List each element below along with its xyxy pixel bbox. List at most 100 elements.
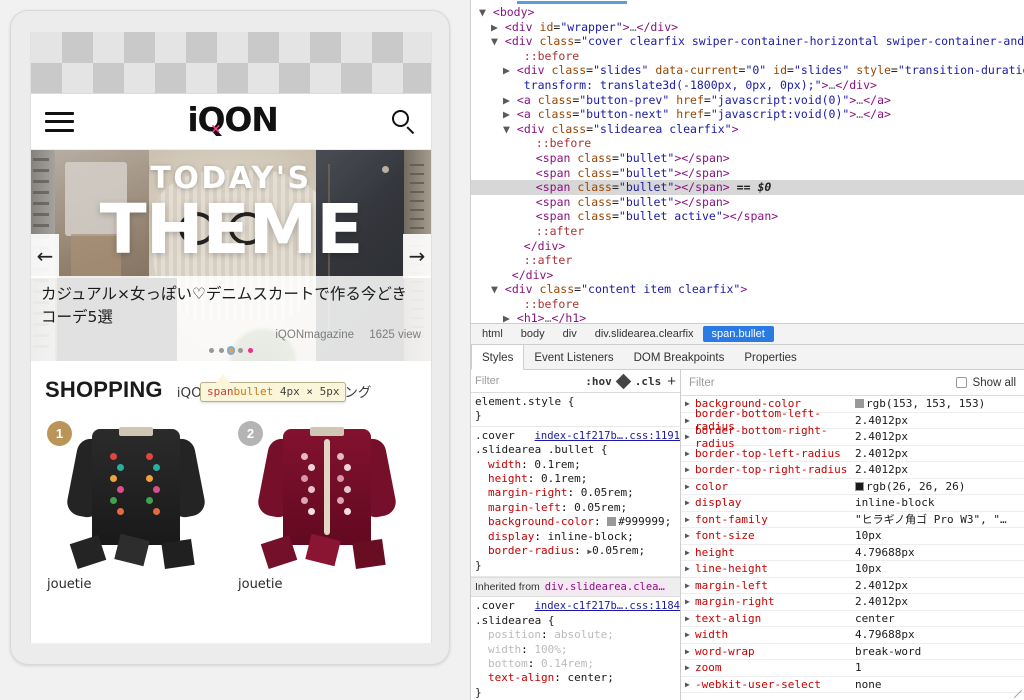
dom-node[interactable]: ▶ <div id="wrapper">…</div> <box>471 20 1024 35</box>
dom-node[interactable]: ▼ <body> <box>471 5 1024 20</box>
dom-node[interactable]: ▶ <h1>…</h1> <box>471 311 1024 323</box>
hero-slider[interactable]: TODAY'S THEME ← → カジュアル×女っぽい♡デニムスカートで作る今… <box>31 150 431 361</box>
css-rule[interactable]: .cover index-c1f217b….css:1191 .slidearea … <box>471 427 680 577</box>
css-source-link[interactable]: index-c1f217b….css:1191 <box>535 429 680 443</box>
computed-property-row[interactable]: ▶ font-family "ヒラギノ角ゴ Pro W3", "… <box>681 512 1024 528</box>
product-image[interactable] <box>45 417 226 569</box>
dom-node[interactable]: ::after <box>471 253 1024 268</box>
cls-toggle-button[interactable]: .cls <box>635 375 662 388</box>
hov-toggle-button[interactable]: :hov <box>585 375 612 388</box>
computed-property-row[interactable]: ▶ zoom 1 <box>681 660 1024 677</box>
css-declaration[interactable]: background-color: #999999; <box>475 515 680 529</box>
computed-property-row[interactable]: ▶ display inline-block <box>681 495 1024 512</box>
css-declaration[interactable]: width: 0.1rem; <box>475 458 680 472</box>
css-declaration[interactable]: bottom: 0.14rem; <box>475 657 680 671</box>
slider-next-button[interactable]: → <box>403 233 431 278</box>
expand-triangle-icon[interactable]: ▶ <box>685 416 695 425</box>
dom-node[interactable]: ▶ <a class="button-next" href="javascrip… <box>471 107 1024 122</box>
slider-bullet[interactable] <box>227 346 235 354</box>
dom-node[interactable]: <span class="bullet"></span> == $0 <box>471 180 1024 195</box>
expand-triangle-icon[interactable]: ▶ <box>685 564 695 573</box>
computed-properties-list[interactable]: ▶ background-color rgb(153, 153, 153) ▶ bord… <box>681 396 1024 700</box>
computed-property-row[interactable]: ▶ font-size 10px <box>681 528 1024 545</box>
hamburger-menu-icon[interactable] <box>45 111 74 132</box>
slider-prev-button[interactable]: ← <box>31 233 59 278</box>
css-declaration[interactable]: margin-left: 0.05rem; <box>475 501 680 515</box>
product-image[interactable] <box>236 417 417 569</box>
computed-property-row[interactable]: ▶ border-bottom-right-radius 2.4012px <box>681 424 1024 450</box>
devtools-tab[interactable]: DOM Breakpoints <box>624 345 735 369</box>
dom-node[interactable]: </div> <box>471 239 1024 254</box>
css-rule[interactable]: element.style {} <box>471 393 680 427</box>
css-declaration[interactable]: border-radius: ▶0.05rem; <box>475 544 680 559</box>
css-declaration[interactable]: height: 0.1rem; <box>475 472 680 486</box>
css-source-link[interactable]: index-c1f217b….css:1184 <box>535 599 680 613</box>
computed-property-row[interactable]: ▶ border-top-right-radius 2.4012px <box>681 462 1024 479</box>
dom-node[interactable]: <span class="bullet"></span> <box>471 195 1024 210</box>
expand-triangle-icon[interactable]: ▶ <box>685 663 695 672</box>
expand-triangle-icon[interactable]: ▶ <box>685 680 695 689</box>
slider-bullet[interactable] <box>247 347 253 353</box>
expand-triangle-icon[interactable]: ▶ <box>685 630 695 639</box>
expand-triangle-icon[interactable]: ▶ <box>685 432 695 441</box>
computed-property-row[interactable]: ▶ text-align center <box>681 611 1024 627</box>
show-all-toggle[interactable]: Show all <box>955 377 1016 389</box>
css-declaration[interactable]: width: 100%; <box>475 643 680 657</box>
dom-node[interactable]: ▶ <div class="slides" data-current="0" i… <box>471 63 1024 78</box>
css-declaration[interactable]: margin-right: 0.05rem; <box>475 486 680 500</box>
dom-node[interactable]: ▼ <div class="cover clearfix swiper-cont… <box>471 34 1024 49</box>
ranking-item[interactable]: 1 jouetie <box>45 417 226 592</box>
computed-property-row[interactable]: ▶ color rgb(26, 26, 26) <box>681 479 1024 495</box>
dom-node[interactable]: ::before <box>471 136 1024 151</box>
computed-property-row[interactable]: ▶ margin-right 2.4012px <box>681 594 1024 611</box>
computed-property-row[interactable]: ▶ margin-left 2.4012px <box>681 578 1024 594</box>
breadcrumb[interactable]: html body div div.slidearea.clearfix span.bu… <box>471 323 1024 345</box>
computed-property-row[interactable]: ▶ -webkit-user-select none <box>681 677 1024 693</box>
color-swatch[interactable] <box>607 517 617 527</box>
dom-node[interactable]: ::before <box>471 49 1024 64</box>
expand-triangle-icon[interactable]: ▶ <box>685 548 695 557</box>
expand-triangle-icon[interactable]: ▶ <box>685 531 695 540</box>
devtools-tab[interactable]: Styles <box>471 345 525 370</box>
inherited-match[interactable]: div.slidearea.clea… <box>542 580 667 593</box>
ranking-item[interactable]: 2 jouetie <box>236 417 417 592</box>
dom-node[interactable]: ▼ <div class="slidearea clearfix"> <box>471 122 1024 137</box>
dom-node[interactable]: ::after <box>471 224 1024 239</box>
devtools-tab[interactable]: Properties <box>734 345 806 369</box>
css-declaration[interactable]: text-align: center; <box>475 671 680 685</box>
slider-bullet[interactable] <box>219 347 224 353</box>
computed-property-row[interactable]: ▶ width 4.79688px <box>681 627 1024 644</box>
expand-triangle-icon[interactable]: ▶ <box>685 597 695 606</box>
breadcrumb-item[interactable]: span.bullet <box>702 326 774 342</box>
expand-triangle-icon[interactable]: ▶ <box>685 614 695 623</box>
computed-property-row[interactable]: ▶ word-wrap break-word <box>681 644 1024 660</box>
expand-triangle-icon[interactable]: ▶ <box>685 482 695 491</box>
css-rules-list[interactable]: element.style {} .cover index-c1f217b….css… <box>471 393 680 700</box>
styles-filter-input[interactable]: Filter <box>475 375 579 387</box>
breadcrumb-item[interactable]: div.slidearea.clearfix <box>586 326 703 342</box>
devtools-tabs[interactable]: Styles Event Listeners DOM Breakpoints Prop… <box>471 345 1024 370</box>
slider-bullet[interactable] <box>238 347 243 353</box>
devtools-tab[interactable]: Event Listeners <box>524 345 623 369</box>
search-icon[interactable] <box>391 109 417 135</box>
show-all-checkbox[interactable] <box>955 377 967 388</box>
color-scheme-icon[interactable] <box>615 373 632 389</box>
css-declaration[interactable]: display: inline-block; <box>475 530 680 544</box>
dom-node[interactable]: ::before <box>471 297 1024 312</box>
slider-bullet[interactable] <box>209 347 215 353</box>
site-logo[interactable]: iQON × <box>187 103 278 136</box>
expand-triangle-icon[interactable]: ▶ <box>685 498 695 507</box>
dom-tree[interactable]: ▼ <body> ▶ <div id="wrapper">…</div> ▼ <di… <box>471 5 1024 323</box>
dom-node[interactable]: transform: translate3d(-1800px, 0px, 0px… <box>471 78 1024 93</box>
breadcrumb-item[interactable]: body <box>512 326 554 342</box>
dom-node[interactable]: ▼ <div class="content item clearfix"> <box>471 282 1024 297</box>
breadcrumb-item[interactable]: div <box>554 326 586 342</box>
dom-node[interactable]: <span class="bullet active"></span> <box>471 209 1024 224</box>
computed-property-row[interactable]: ▶ line-height 10px <box>681 561 1024 578</box>
expand-triangle-icon[interactable]: ▶ <box>685 581 695 590</box>
resize-grip[interactable] <box>1014 690 1022 698</box>
css-declaration[interactable]: position: absolute; <box>475 628 680 642</box>
computed-property-row[interactable]: ▶ height 4.79688px <box>681 545 1024 561</box>
expand-triangle-icon[interactable]: ▶ <box>685 399 695 408</box>
expand-triangle-icon[interactable]: ▶ <box>685 515 695 524</box>
